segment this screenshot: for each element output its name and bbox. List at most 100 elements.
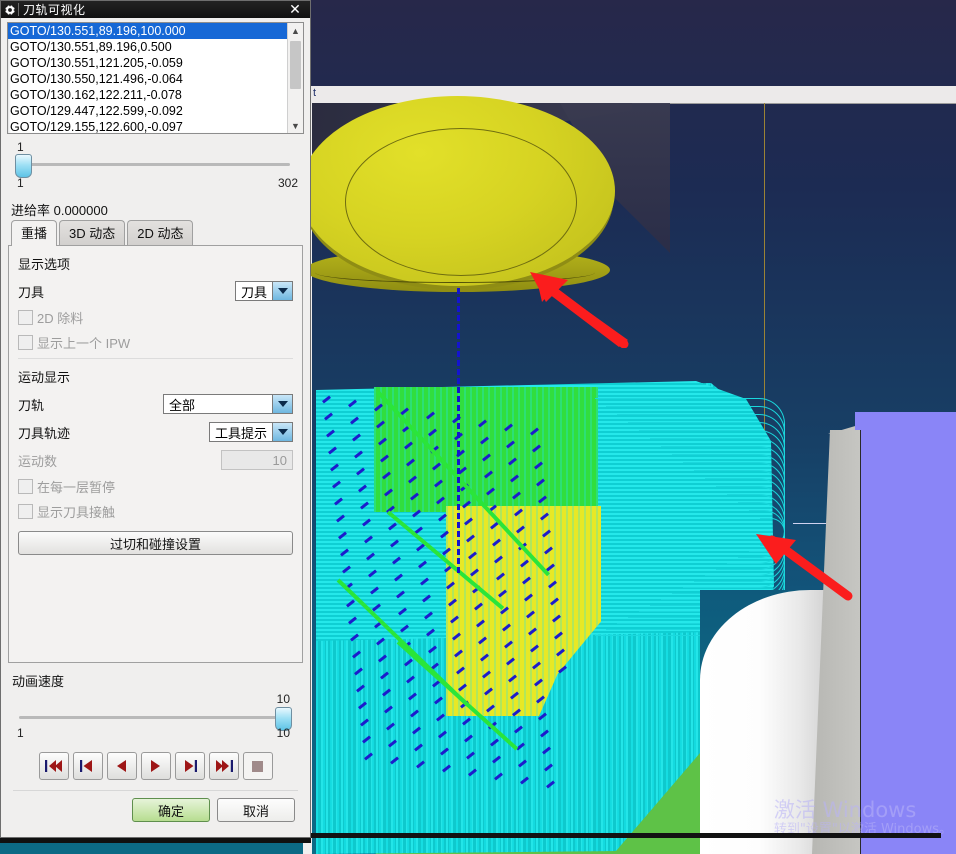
retract-mark (332, 480, 341, 489)
retract-mark (506, 657, 515, 666)
tool-dropdown[interactable]: 刀具 (234, 281, 293, 301)
chevron-up-icon[interactable]: ▲ (288, 23, 303, 38)
checkbox-show-previous-ipw[interactable]: 显示上一个 IPW (18, 333, 293, 352)
retract-mark (454, 649, 463, 658)
checkbox-pause-each-layer[interactable]: 在每一层暂停 (18, 477, 293, 496)
retract-mark (366, 552, 375, 561)
retract-mark (422, 594, 431, 603)
chevron-down-icon[interactable] (272, 423, 292, 441)
list-item[interactable]: GOTO/130.551,89.196,100.000 (8, 23, 288, 39)
checkbox-box[interactable] (18, 310, 33, 325)
step-forward-button[interactable] (174, 752, 205, 780)
chevron-down-icon[interactable] (272, 395, 292, 413)
close-icon[interactable]: ✕ (282, 1, 308, 18)
checkbox-box[interactable] (18, 504, 33, 519)
motion-list-items: GOTO/130.551,89.196,100.000 GOTO/130.551,… (8, 23, 288, 133)
retract-mark (548, 580, 557, 589)
retract-mark (442, 764, 451, 773)
retract-mark (382, 688, 391, 697)
retract-mark (356, 684, 365, 693)
motion-count-label: 运动数 (18, 453, 58, 469)
list-item[interactable]: GOTO/130.550,121.496,-0.064 (8, 71, 288, 87)
list-item[interactable]: GOTO/130.551,121.205,-0.059 (8, 55, 288, 71)
retract-mark (458, 683, 467, 692)
gouge-collision-settings-button[interactable]: 过切和碰撞设置 (18, 531, 293, 555)
section-divider (18, 358, 293, 359)
toolpath-dropdown-value: 全部 (169, 397, 196, 413)
retract-mark (338, 531, 347, 540)
tool-axis-dashed-line (457, 288, 460, 573)
list-item[interactable]: GOTO/129.447,122.599,-0.092 (8, 103, 288, 119)
tab-2d-dynamic[interactable]: 2D 动态 (127, 220, 194, 245)
dialog-title-bar[interactable]: 刀轨可视化 ✕ (1, 1, 310, 18)
retract-mark (330, 463, 339, 472)
stop-button[interactable] (242, 752, 273, 780)
list-item[interactable]: GOTO/130.162,122.211,-0.078 (8, 87, 288, 103)
retract-mark (494, 772, 503, 781)
scrollbar-thumb[interactable] (290, 41, 301, 89)
toolpath-row: 刀轨 全部 (18, 393, 293, 415)
dialog-drop-shadow-horizontal (311, 833, 941, 838)
animation-speed-slider[interactable]: 10 1 10 (7, 692, 304, 748)
retract-mark (424, 611, 433, 620)
playback-controls (7, 752, 304, 780)
tab-replay[interactable]: 重播 (11, 220, 58, 246)
retract-mark (518, 759, 527, 768)
animation-slider-track[interactable] (19, 716, 290, 719)
rewind-to-start-button[interactable] (38, 752, 69, 780)
retract-mark (542, 746, 551, 755)
motion-list[interactable]: GOTO/130.551,89.196,100.000 GOTO/130.551,… (7, 22, 304, 134)
retract-mark (390, 756, 399, 765)
retract-mark (558, 665, 567, 674)
retract-mark (350, 633, 359, 642)
sequence-max-label: 302 (277, 176, 298, 190)
forward-to-end-button[interactable] (208, 752, 239, 780)
retract-mark (476, 619, 485, 628)
checkbox-box[interactable] (18, 335, 33, 350)
retract-mark (536, 695, 545, 704)
retract-mark (406, 675, 415, 684)
skip-forward-double-icon (215, 760, 233, 772)
replay-tab-panel: 显示选项 刀具 刀具 2D 除料 显示上一个 IPW 运动显示 刀轨 全部 刀具… (8, 245, 303, 663)
chevron-down-icon[interactable] (272, 282, 292, 300)
retract-mark (364, 752, 373, 761)
play-backward-button[interactable] (106, 752, 137, 780)
play-forward-button[interactable] (140, 752, 171, 780)
retract-mark (362, 518, 371, 527)
checkbox-2d-removal[interactable]: 2D 除料 (18, 308, 293, 327)
tab-3d-dynamic[interactable]: 3D 动态 (59, 220, 126, 245)
sequence-slider-thumb[interactable] (15, 154, 32, 178)
ok-button[interactable]: 确定 (132, 798, 210, 822)
retract-mark (452, 632, 461, 641)
retract-mark (426, 628, 435, 637)
retract-mark (352, 433, 361, 442)
retract-mark (400, 624, 409, 633)
toolpath-dropdown[interactable]: 全部 (163, 394, 293, 414)
retract-mark (504, 640, 513, 649)
cancel-button[interactable]: 取消 (217, 798, 295, 822)
retract-mark (498, 589, 507, 598)
sequence-slider-track[interactable] (19, 163, 290, 166)
retract-mark (546, 780, 555, 789)
motion-count-input[interactable]: 10 (221, 450, 293, 470)
retract-mark (412, 726, 421, 735)
list-item[interactable]: GOTO/129.155,122.600,-0.097 (8, 119, 288, 133)
tool-disk-inner-ring (345, 128, 577, 276)
retract-mark (530, 644, 539, 653)
motion-list-scrollbar[interactable]: ▲ ▼ (287, 23, 303, 133)
checkbox-show-tool-contact[interactable]: 显示刀具接触 (18, 502, 293, 521)
step-back-button[interactable] (72, 752, 103, 780)
retract-mark (550, 597, 559, 606)
chevron-down-icon[interactable]: ▼ (288, 118, 303, 133)
sequence-slider[interactable]: 1 1 302 (7, 140, 304, 198)
retract-mark (538, 712, 547, 721)
tool-trace-dropdown[interactable]: 工具提示 (208, 422, 293, 442)
checkbox-box[interactable] (18, 479, 33, 494)
toolpath-label: 刀轨 (18, 397, 45, 413)
retract-mark (356, 467, 365, 476)
retract-mark (468, 768, 477, 777)
list-item[interactable]: GOTO/130.551,89.196,0.500 (8, 39, 288, 55)
retract-mark (322, 395, 331, 404)
retract-mark (474, 602, 483, 611)
title-separator (18, 3, 19, 16)
